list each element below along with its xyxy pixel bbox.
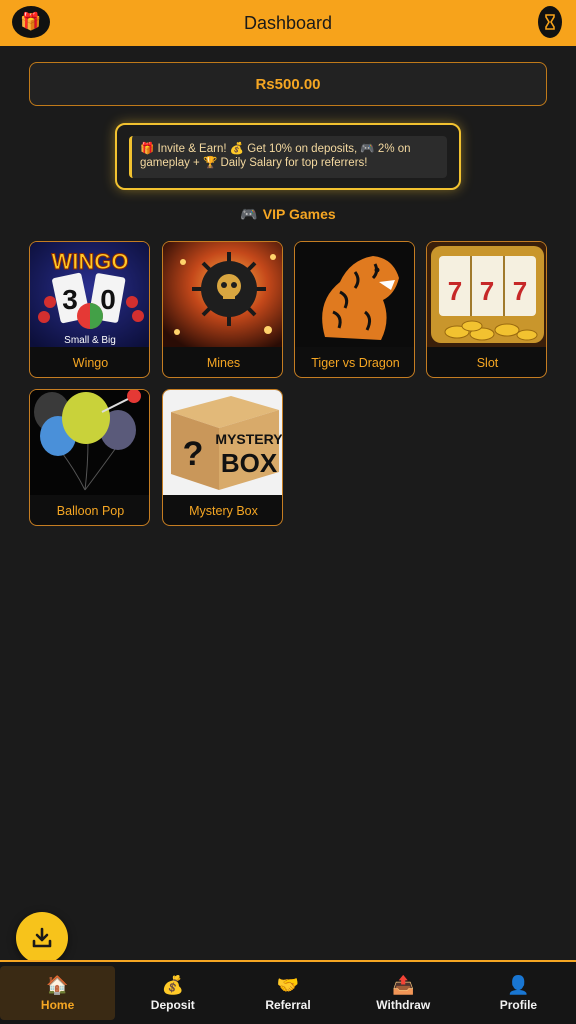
nav-label: Deposit bbox=[150, 997, 195, 1012]
tiger-art bbox=[295, 242, 414, 347]
outbox-icon: 📤 bbox=[392, 974, 415, 995]
wingo-art-sub: Small & Big bbox=[64, 335, 116, 346]
balance-amount: Rs500.00 bbox=[255, 75, 321, 93]
game-card-mines[interactable]: Mines bbox=[162, 241, 283, 378]
invite-text: 🎁 Invite & Earn! 💰 Get 10% on deposits, … bbox=[129, 136, 447, 178]
mystery-box-art-line1: MYSTERY bbox=[215, 431, 283, 447]
slot-reel-1: 7 bbox=[448, 276, 462, 306]
vip-games-heading: 🎮 VIP Games bbox=[0, 206, 576, 223]
page-title: Dashboard bbox=[243, 12, 333, 33]
hourglass-icon bbox=[545, 14, 555, 30]
mystery-box-art: ? MYSTERY BOX bbox=[163, 390, 283, 495]
nav-deposit[interactable]: 💰 Deposit bbox=[115, 962, 230, 1024]
game-label: Mystery Box bbox=[189, 504, 258, 518]
slot-reel-2: 7 bbox=[480, 276, 494, 306]
wingo-art-title: WINGO bbox=[52, 249, 129, 274]
game-label: Slot bbox=[476, 356, 499, 370]
invite-banner[interactable]: 🎁 Invite & Earn! 💰 Get 10% on deposits, … bbox=[115, 123, 461, 190]
game-card-tiger-vs-dragon[interactable]: Tiger vs Dragon bbox=[294, 241, 415, 378]
game-card-wingo[interactable]: 3 0 WINGO Small & Big Wingo bbox=[29, 241, 150, 378]
game-label: Balloon Pop bbox=[56, 504, 125, 518]
top-bar: 🎁 Dashboard bbox=[0, 0, 576, 46]
slot-art: 7 7 7 bbox=[427, 242, 546, 347]
mines-art bbox=[163, 242, 282, 347]
wingo-num-1: 3 bbox=[62, 284, 78, 315]
wingo-art: 3 0 WINGO Small & Big bbox=[30, 242, 149, 347]
hourglass-button[interactable] bbox=[538, 6, 562, 38]
bottom-nav: 🏠 Home 💰 Deposit 🤝 Referral 📤 Withdraw 👤… bbox=[0, 960, 576, 1024]
slot-reel-3: 7 bbox=[513, 276, 527, 306]
download-button[interactable] bbox=[16, 912, 68, 964]
download-icon bbox=[32, 927, 52, 948]
nav-label: Profile bbox=[499, 997, 538, 1012]
game-card-balloon-pop[interactable]: Balloon Pop bbox=[29, 389, 150, 526]
user-icon: 👤 bbox=[507, 974, 530, 995]
mystery-box-art-line2: BOX bbox=[221, 448, 278, 478]
nav-label: Home bbox=[40, 997, 75, 1012]
money-bag-icon: 💰 bbox=[161, 974, 185, 995]
gamepad-icon: 🎮 bbox=[240, 206, 258, 222]
home-icon: 🏠 bbox=[46, 974, 69, 995]
wingo-num-2: 0 bbox=[100, 284, 116, 315]
section-title-text: VIP Games bbox=[262, 206, 336, 222]
game-card-slot[interactable]: 7 7 7 Slot bbox=[426, 241, 547, 378]
balloon-art bbox=[30, 390, 149, 495]
svg-text:?: ? bbox=[183, 435, 204, 473]
nav-home[interactable]: 🏠 Home bbox=[0, 966, 116, 1020]
gift-button[interactable]: 🎁 bbox=[12, 6, 50, 38]
game-label: Wingo bbox=[72, 356, 109, 370]
game-label: Mines bbox=[206, 356, 241, 370]
game-label: Tiger vs Dragon bbox=[311, 356, 400, 370]
gift-icon: 🎁 bbox=[20, 12, 42, 31]
balance-display: Rs500.00 bbox=[29, 62, 547, 106]
nav-referral[interactable]: 🤝 Referral bbox=[230, 962, 345, 1024]
nav-profile[interactable]: 👤 Profile bbox=[461, 962, 576, 1024]
game-card-mystery-box[interactable]: ? MYSTERY BOX Mystery Box bbox=[162, 389, 283, 526]
nav-withdraw[interactable]: 📤 Withdraw bbox=[346, 962, 461, 1024]
nav-label: Referral bbox=[265, 997, 311, 1012]
handshake-icon: 🤝 bbox=[276, 974, 300, 995]
nav-label: Withdraw bbox=[376, 997, 431, 1012]
